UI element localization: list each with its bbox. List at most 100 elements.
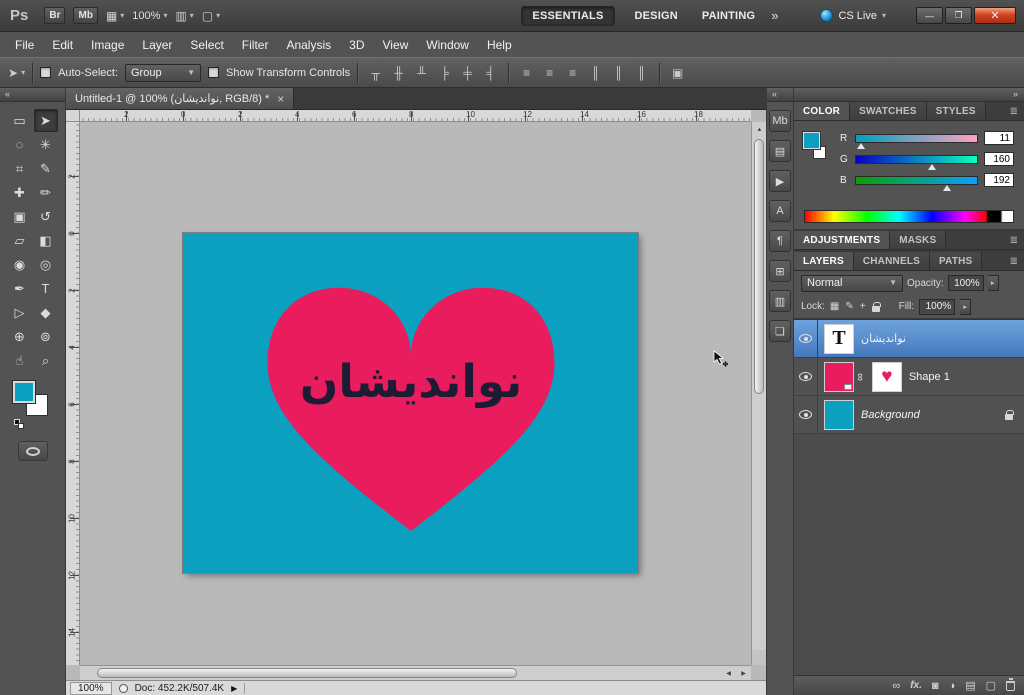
scroll-right-icon[interactable]: ▶ [736, 666, 751, 681]
default-colors-icon[interactable] [14, 419, 26, 429]
menu-item[interactable]: File [6, 34, 43, 56]
new-layer-icon[interactable]: ▢ [986, 679, 996, 692]
visibility-cell[interactable] [794, 358, 818, 395]
workspace-essentials[interactable]: ESSENTIALS [521, 6, 614, 26]
channel-slider[interactable] [855, 155, 978, 164]
channel-value-field[interactable]: 160 [984, 152, 1014, 166]
workspace-painting[interactable]: PAINTING [698, 7, 759, 25]
layer-comps-icon[interactable]: ❏ [769, 320, 791, 342]
channel-slider-thumb[interactable] [857, 143, 865, 149]
tab-adjustments[interactable]: ADJUSTMENTS [794, 231, 890, 249]
background-layer-thumbnail[interactable] [824, 400, 854, 430]
visibility-cell[interactable] [794, 396, 818, 433]
quick-selection-tool[interactable]: ✳ [34, 133, 58, 156]
3d-object-rotate-tool[interactable]: ⊕ [8, 325, 32, 348]
history-brush-tool[interactable]: ↺ [34, 205, 58, 228]
character-icon[interactable]: A [769, 200, 791, 222]
panel-menu-icon[interactable]: ≣ [1004, 231, 1024, 249]
align-horizontal-centers-icon[interactable]: ╪ [457, 63, 478, 83]
panel-menu-icon[interactable]: ≣ [1004, 102, 1024, 120]
channel-slider[interactable] [855, 134, 978, 143]
text-layer-thumbnail[interactable]: T [824, 324, 854, 354]
view-extras-button[interactable]: ▦ ▾ [106, 10, 124, 22]
history-icon[interactable]: ▤ [769, 140, 791, 162]
lock-all-icon[interactable] [872, 306, 880, 312]
channel-slider[interactable] [855, 176, 978, 185]
bridge-button[interactable]: Br [44, 7, 65, 24]
clone-stamp-tool[interactable]: ▣ [8, 205, 32, 228]
tool-preset-picker[interactable]: ➤ ▾ [8, 67, 25, 79]
color-spectrum-ramp[interactable] [804, 210, 1014, 223]
channel-value-field[interactable]: 11 [984, 131, 1014, 145]
auto-select-dropdown[interactable]: Group ▼ [125, 64, 201, 82]
mini-bridge-button[interactable]: Mb [73, 7, 97, 24]
menu-item[interactable]: Select [181, 34, 232, 56]
gradient-tool[interactable]: ◧ [34, 229, 58, 252]
cs-live-button[interactable]: CS Live ▾ [820, 9, 886, 22]
scroll-left-icon[interactable]: ◀ [721, 666, 736, 681]
lock-transparent-pixels-icon[interactable]: ▦ [830, 301, 839, 312]
distribute-horizontal-centers-icon[interactable]: ║ [608, 63, 629, 83]
horizontal-scrollbar[interactable]: ◀ ▶ [80, 665, 751, 680]
artboard[interactable]: نواندیشان [183, 233, 638, 573]
zoom-tool[interactable]: ⌕ [34, 349, 58, 372]
crop-tool[interactable]: ⌗ [8, 157, 32, 180]
opacity-slider-icon[interactable]: ▸ [988, 275, 999, 291]
zoom-level-control[interactable]: 100% ▾ [132, 10, 167, 22]
pen-tool[interactable]: ✒ [8, 277, 32, 300]
panel-menu-icon[interactable]: ≣ [1004, 252, 1024, 270]
3d-camera-rotate-tool[interactable]: ⊚ [34, 325, 58, 348]
layer-row-shape[interactable]: ∞ ♥ Shape 1 [794, 358, 1024, 396]
hand-tool[interactable]: ☝ [8, 349, 32, 372]
auto-align-layers-icon[interactable]: ▣ [667, 63, 688, 83]
menu-item[interactable]: Window [417, 34, 478, 56]
new-group-icon[interactable]: ▤ [965, 679, 975, 692]
fill-slider-icon[interactable]: ▸ [960, 299, 971, 315]
show-transform-controls-checkbox[interactable] [208, 67, 219, 78]
link-layers-icon[interactable]: ∞ [892, 680, 900, 692]
tab-paths[interactable]: PATHS [930, 252, 982, 270]
distribute-right-edges-icon[interactable]: ║ [631, 63, 652, 83]
quick-mask-button[interactable] [18, 441, 48, 461]
distribute-bottom-edges-icon[interactable]: ≡ [562, 63, 583, 83]
tab-color[interactable]: COLOR [794, 102, 850, 120]
status-options-icon[interactable]: ▶ [231, 684, 237, 693]
distribute-left-edges-icon[interactable]: ║ [585, 63, 606, 83]
add-layer-mask-icon[interactable]: ◙ [932, 680, 939, 692]
distribute-vertical-centers-icon[interactable]: ≡ [539, 63, 560, 83]
menu-item[interactable]: Layer [133, 34, 181, 56]
rectangular-marquee-tool[interactable]: ▭ [8, 109, 32, 132]
transform-icon[interactable]: ⊞ [769, 260, 791, 282]
layer-name[interactable]: Shape 1 [909, 371, 950, 383]
tab-layers[interactable]: LAYERS [794, 252, 854, 270]
lasso-tool[interactable]: ◌ [8, 133, 32, 156]
channel-slider-thumb[interactable] [943, 185, 951, 191]
menu-item[interactable]: Analysis [277, 34, 340, 56]
auto-select-checkbox[interactable] [40, 67, 51, 78]
lock-position-icon[interactable]: + [860, 301, 866, 312]
align-right-edges-icon[interactable]: ╡ [480, 63, 501, 83]
align-left-edges-icon[interactable]: ╞ [434, 63, 455, 83]
channel-value-field[interactable]: 192 [984, 173, 1014, 187]
opacity-field[interactable]: 100% [948, 275, 984, 291]
menu-item[interactable]: 3D [340, 34, 373, 56]
tools-panel-header[interactable]: « [0, 88, 65, 102]
align-top-edges-icon[interactable]: ╥ [365, 63, 386, 83]
vertical-ruler[interactable]: 202468101214 [66, 122, 80, 665]
actions-icon[interactable]: ▶ [769, 170, 791, 192]
lock-image-pixels-icon[interactable]: ✎ [845, 301, 853, 312]
menu-item[interactable]: View [373, 34, 417, 56]
workspace-overflow-icon[interactable]: » [771, 8, 778, 23]
type-tool[interactable]: T [34, 277, 58, 300]
minimize-button[interactable]: — [916, 7, 943, 24]
menu-item[interactable]: Image [82, 34, 133, 56]
delete-layer-icon[interactable] [1006, 681, 1015, 691]
distribute-top-edges-icon[interactable]: ≡ [516, 63, 537, 83]
blur-tool[interactable]: ◉ [8, 253, 32, 276]
close-button[interactable]: ✕ [974, 7, 1016, 24]
tab-close-icon[interactable]: × [277, 92, 284, 106]
visibility-cell[interactable] [794, 320, 818, 357]
align-vertical-centers-icon[interactable]: ╫ [388, 63, 409, 83]
tab-styles[interactable]: STYLES [927, 102, 986, 120]
vertical-scrollbar-thumb[interactable] [754, 139, 764, 394]
